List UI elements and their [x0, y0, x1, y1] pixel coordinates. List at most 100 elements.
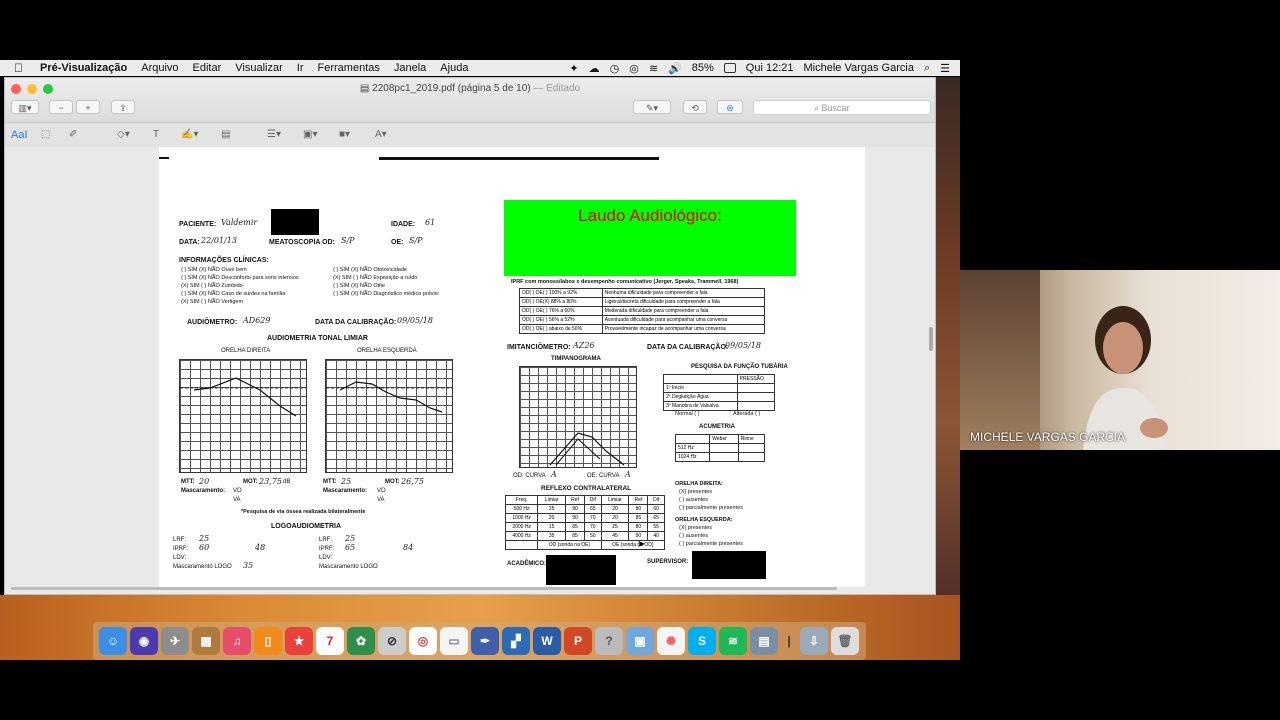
table-cell: 500 Hz	[504, 504, 539, 514]
table-cell	[736, 392, 776, 402]
markup-toolbar-button[interactable]: ⊛	[717, 100, 743, 114]
volume-icon[interactable]: 🔊	[668, 62, 682, 75]
table-row: 2000 Hz 15 85 70 25 80 55	[504, 522, 665, 532]
clock[interactable]: Qui 12:21	[746, 62, 794, 74]
info-clinicas-title: INFORMAÇÕES CLÍNICAS:	[179, 257, 269, 264]
battery-icon[interactable]	[723, 63, 736, 73]
keynote-icon[interactable]: ▞	[502, 627, 530, 655]
contacts-icon[interactable]: ▦	[192, 627, 220, 655]
blocked-app-icon[interactable]: ⊘	[378, 627, 406, 655]
timpanograma-title: TIMPANOGRAMA	[551, 356, 601, 362]
image-capture-icon[interactable]: ▤	[750, 627, 778, 655]
table-cell	[709, 443, 739, 453]
idade-value: 61	[425, 218, 436, 227]
title-bar: ▤ 2208pc1_2019.pdf (página 5 de 10) — Ed…	[5, 78, 935, 123]
table-cell: 20	[600, 513, 630, 523]
menu-ajuda[interactable]: Ajuda	[440, 62, 468, 74]
audiogram-left-curve	[326, 381, 452, 413]
battery-percent[interactable]: 85%	[692, 62, 714, 74]
rotate-button[interactable]: ⟲	[683, 100, 707, 114]
sidebar-toggle-button[interactable]: ▥▾	[11, 100, 39, 114]
horizontal-scrollbar[interactable]	[11, 587, 837, 590]
word-icon[interactable]: W	[533, 627, 561, 655]
menu-ir[interactable]: Ir	[297, 62, 304, 74]
menu-visualizar[interactable]: Visualizar	[235, 62, 283, 74]
time-machine-icon[interactable]: ◷	[610, 62, 620, 75]
text-style-icon[interactable]: A▾	[375, 129, 387, 140]
border-color-icon[interactable]: ▣▾	[303, 129, 317, 140]
document-view[interactable]: PACIENTE: Valdemir IDADE: 61 DATA: 22/01…	[5, 147, 935, 594]
table-cell	[663, 374, 738, 384]
iprf-od-pct: 48	[255, 543, 266, 552]
books-icon[interactable]: ▯	[254, 627, 282, 655]
mtt-label: MTT:	[323, 479, 337, 485]
text-selection-tool[interactable]: AaI	[11, 129, 28, 141]
table-cell: Weber	[709, 434, 739, 444]
calendar-icon[interactable]: 7	[316, 627, 344, 655]
rect-selection-icon[interactable]: ⬚	[41, 129, 50, 140]
notification-center-icon[interactable]: ☰	[940, 62, 950, 75]
user-name[interactable]: Michele Vargas Garcia	[804, 62, 914, 74]
table-cell: 2000 Hz	[504, 522, 539, 532]
xcode-icon[interactable]: ✒	[471, 627, 499, 655]
preview-icon[interactable]: ▣	[626, 627, 654, 655]
zoom-out-button[interactable]: −	[49, 100, 73, 114]
menu-arquivo[interactable]: Arquivo	[141, 62, 178, 74]
document-icon[interactable]: ▭	[440, 627, 468, 655]
spotify-icon[interactable]: ≋	[719, 627, 747, 655]
wifi-icon[interactable]: ≋	[649, 62, 658, 75]
table-cell: 3º Manobra de Valsalva	[663, 401, 738, 411]
siri-icon[interactable]: ◉	[130, 627, 158, 655]
shapes-icon[interactable]: ◇▾	[117, 129, 130, 140]
table-cell	[674, 434, 711, 444]
markup-pen-button[interactable]: ✎▾	[633, 100, 671, 114]
powerpoint-icon[interactable]: P	[564, 627, 592, 655]
audiometria-title: AUDIOMETRIA TONAL LIMIAR	[267, 335, 368, 342]
table-cell: OE (sonda na OD)	[600, 540, 666, 550]
search-input[interactable]: ⌕ Buscar	[753, 100, 931, 115]
apple-icon[interactable]: 	[14, 61, 28, 75]
vertical-scrollbar[interactable]	[929, 327, 933, 351]
video-participant-tile[interactable]: MICHELE VARGAS GARCIA	[960, 270, 1280, 450]
menu-ferramentas[interactable]: Ferramentas	[318, 62, 380, 74]
zoom-in-button[interactable]: +	[76, 100, 100, 114]
cloud-icon[interactable]: ☁	[589, 62, 600, 75]
launchpad-icon[interactable]: ✈	[161, 627, 189, 655]
spotlight-search-icon[interactable]: ⌕	[924, 62, 930, 75]
evernote-icon[interactable]: ✿	[347, 627, 375, 655]
table-cell: Rinne	[737, 434, 766, 444]
trash-icon[interactable]: 🗑	[831, 627, 859, 655]
airdrop-icon[interactable]: ◎	[629, 62, 639, 75]
table-cell	[737, 443, 766, 453]
sketch-icon[interactable]: ✐	[69, 129, 77, 140]
help-icon[interactable]: ?	[595, 627, 623, 655]
photo-booth-icon[interactable]: ★	[285, 627, 313, 655]
note-icon[interactable]: ▤	[221, 129, 230, 140]
photos-icon[interactable]: ✺	[657, 627, 685, 655]
table-row: 2º Deglutição Água	[663, 392, 776, 402]
table-row: 1024 Hz	[674, 452, 766, 462]
table-cell: 85	[564, 531, 586, 541]
menu-app-name[interactable]: Pré-Visualização	[40, 62, 127, 74]
finder-icon[interactable]: ☺	[99, 627, 127, 655]
table-row: OD( ) OE( ) 76% a 60% Moderada dificuldad…	[519, 306, 766, 316]
reflexo-option: ( ) parcialmente presentes	[679, 541, 743, 547]
oe-curva-value: A	[625, 470, 631, 479]
dropbox-icon[interactable]: ✦	[569, 62, 578, 75]
text-box-icon[interactable]: T	[153, 129, 159, 140]
itunes-icon[interactable]: ♫	[223, 627, 251, 655]
reflexo-option: (X) presentes	[679, 489, 713, 495]
pdf-page: PACIENTE: Valdemir IDADE: 61 DATA: 22/01…	[159, 147, 865, 587]
sign-icon[interactable]: ✍▾	[181, 129, 198, 140]
fill-color-icon[interactable]: ■▾	[339, 129, 350, 140]
skype-icon[interactable]: S	[688, 627, 716, 655]
menu-editar[interactable]: Editar	[193, 62, 222, 74]
table-cell: Moderada dificuldade para compreender a …	[601, 306, 766, 316]
audiogram-right-ear	[179, 359, 307, 473]
line-style-icon[interactable]: ☰▾	[267, 129, 281, 140]
table-cell: 20	[600, 504, 630, 514]
downloads-stack-icon[interactable]: ⇩	[800, 627, 828, 655]
share-button[interactable]: ⇪	[111, 100, 135, 114]
menu-janela[interactable]: Janela	[394, 62, 426, 74]
chrome-icon[interactable]: ◎	[409, 627, 437, 655]
